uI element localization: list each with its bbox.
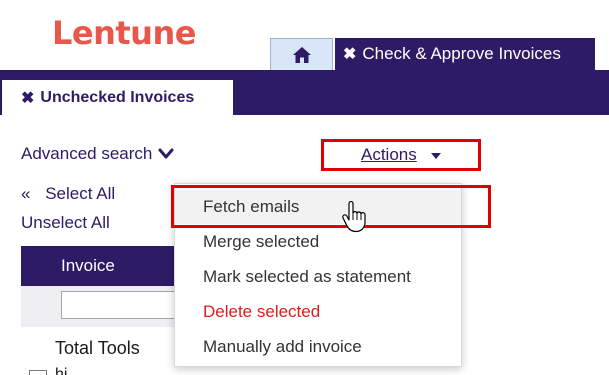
column-header-label: Invoice — [61, 256, 115, 275]
actions-dropdown-button[interactable]: Actions — [361, 145, 441, 165]
close-icon[interactable]: ✖ — [343, 44, 356, 64]
advanced-search-label: Advanced search — [21, 144, 153, 163]
actions-label: Actions — [361, 145, 417, 164]
menu-item-delete-selected[interactable]: Delete selected — [175, 295, 461, 329]
column-header-invoice[interactable]: Invoice — [21, 246, 181, 286]
menu-item-manually-add-invoice[interactable]: Manually add invoice — [175, 330, 461, 364]
close-icon[interactable]: ✖ — [21, 88, 34, 108]
tab-check-approve-invoices[interactable]: ✖ Check & Approve Invoices — [335, 38, 595, 70]
home-tab[interactable] — [270, 38, 333, 70]
unselect-all-link[interactable]: Unselect All — [21, 213, 110, 233]
advanced-search-link[interactable]: Advanced search — [21, 144, 174, 164]
fetch-emails-highlight-box — [171, 185, 491, 228]
home-icon — [292, 46, 311, 63]
hand-cursor-icon — [342, 201, 366, 233]
tab-label: Unchecked Invoices — [40, 88, 195, 106]
select-all-label: Select All — [45, 184, 116, 203]
tab-unchecked-invoices[interactable]: ✖ Unchecked Invoices — [2, 80, 233, 115]
menu-item-merge-selected[interactable]: Merge selected — [175, 225, 461, 259]
caret-down-icon — [430, 153, 441, 159]
row-checkbox[interactable] — [29, 370, 47, 375]
menu-item-mark-as-statement[interactable]: Mark selected as statement — [175, 260, 461, 294]
tab-label: Check & Approve Invoices — [362, 44, 561, 63]
double-chevron-left-icon: « — [21, 184, 31, 203]
invoice-filter-input[interactable] — [61, 291, 181, 319]
brand-logo: Lentune — [52, 14, 196, 52]
row-supplier-name: Total Tools — [55, 338, 140, 358]
row-sub-text: hi — [55, 366, 68, 375]
select-all-link[interactable]: « Select All — [21, 184, 115, 204]
chevron-down-icon — [158, 148, 174, 159]
